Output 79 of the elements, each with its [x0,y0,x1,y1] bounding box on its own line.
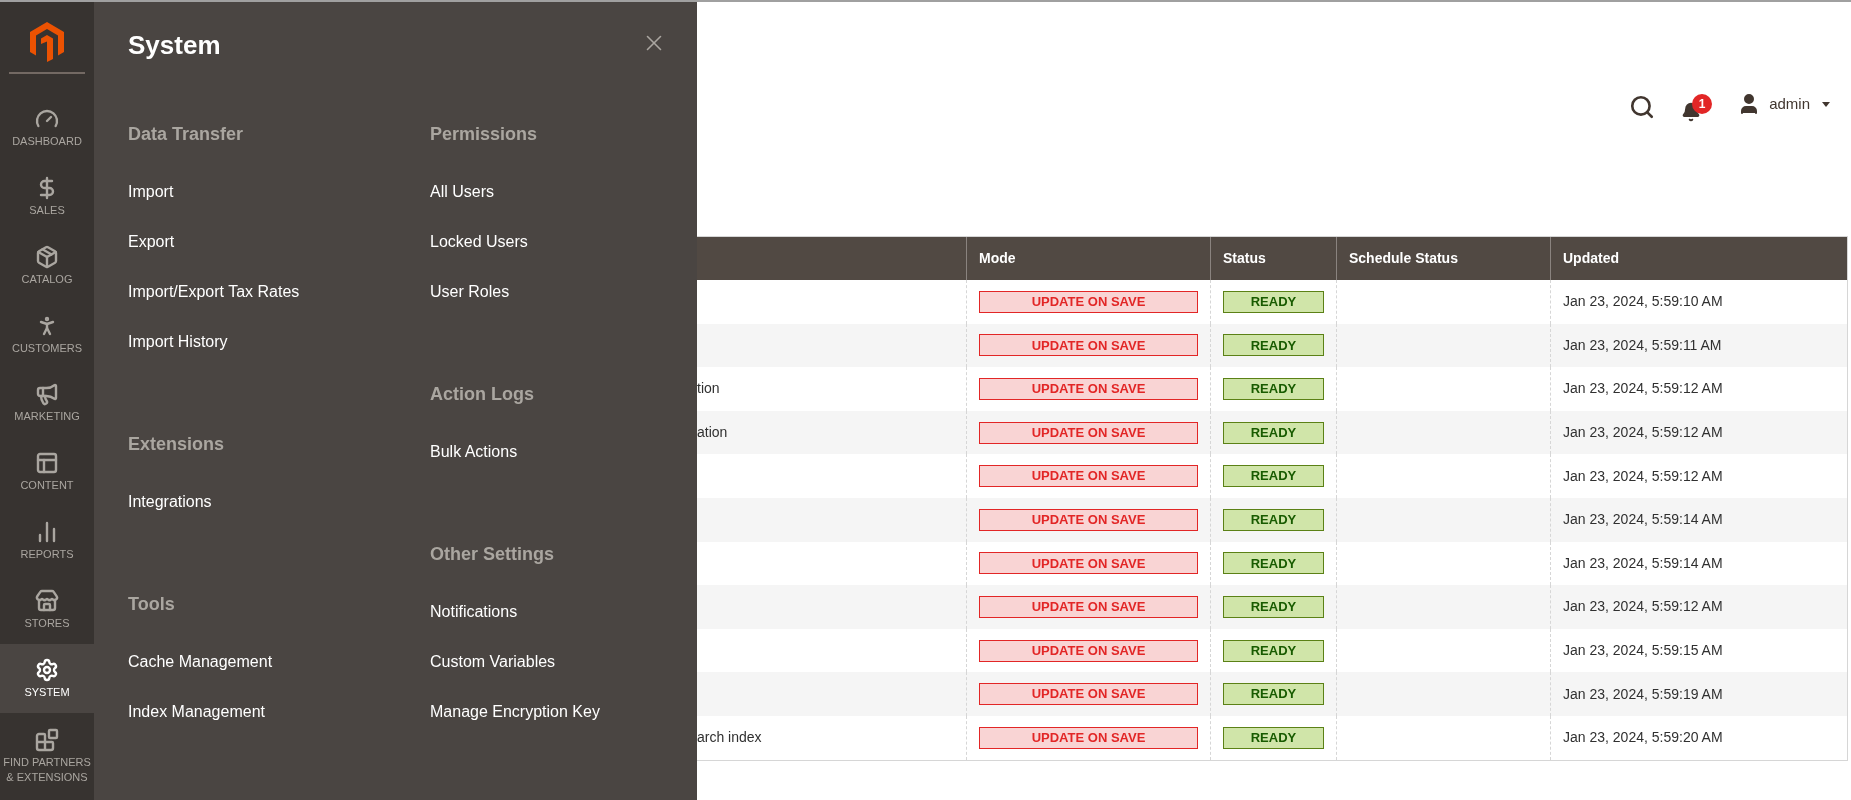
menu-link[interactable]: Notifications [430,600,518,624]
table-cell-text: ation [697,423,728,443]
table-cell-text: Jan 23, 2024, 5:59:12 AM [1563,423,1723,443]
sidebar-item[interactable]: DASHBOARD [0,93,94,163]
sidebar-item[interactable]: STORES [0,575,94,645]
menu-link[interactable]: Import History [128,330,228,354]
mode-label: UPDATE ON SAVE [979,421,1198,444]
menu-link[interactable]: Import/Export Tax Rates [128,280,300,304]
table-cell-text: tion [697,379,720,399]
blocks-icon [35,728,59,753]
menu-link[interactable]: Index Management [128,700,265,724]
menu-heading: Permissions [430,122,538,146]
menu-link[interactable]: Bulk Actions [430,440,518,464]
menu-link[interactable]: Locked Users [430,230,528,254]
table-cell-text: Jan 23, 2024, 5:59:14 AM [1563,553,1723,573]
table-cell-text: Jan 23, 2024, 5:59:11 AM [1563,335,1722,355]
table-cell-text: Jan 23, 2024, 5:59:20 AM [1563,728,1723,748]
menu-link[interactable]: Manage Encryption Key [430,700,600,724]
mode-label: UPDATE ON SAVE [979,378,1198,400]
table-cell-text: Jan 23, 2024, 5:59:10 AM [1563,292,1723,312]
menu-link[interactable]: Export [128,230,175,254]
hexagon-logo[interactable] [30,21,64,62]
sidebar-item[interactable]: MARKETING [0,369,94,438]
table-cell-text: Jan 23, 2024, 5:59:14 AM [1563,510,1723,530]
status-label: READY [1223,595,1324,618]
menu-title: System [128,29,221,62]
status-label: READY [1223,683,1324,706]
table-cell-text: Jan 23, 2024, 5:59:12 AM [1563,466,1723,486]
menu-heading: Other Settings [430,542,554,566]
table-cell-text: Jan 23, 2024, 5:59:15 AM [1563,641,1723,661]
status-label: READY [1223,726,1324,749]
sidebar-item[interactable]: REPORTS [0,506,94,576]
mode-label: UPDATE ON SAVE [979,508,1198,531]
table-cell-text: arch index [697,728,762,748]
menu-link[interactable]: All Users [430,180,494,204]
sidebar-item[interactable]: FIND PARTNERS & EXTENSIONS [0,713,94,800]
status-label: READY [1223,639,1324,662]
status-label: READY [1223,552,1324,575]
box-icon [35,244,59,269]
notification-count: 1 [1692,94,1713,114]
status-label: READY [1223,421,1324,444]
megaphone-icon [35,382,59,407]
status-label: READY [1223,290,1324,313]
menu-link[interactable]: Import [128,180,174,204]
menu-heading: Tools [128,592,175,616]
mode-label: UPDATE ON SAVE [979,552,1198,575]
status-label: READY [1223,378,1324,400]
search-icon[interactable] [1629,94,1656,120]
user-menu[interactable]: admin [1737,92,1830,116]
store-icon [35,588,59,613]
table-cell-text: Jan 23, 2024, 5:59:19 AM [1563,684,1723,704]
mode-label: UPDATE ON SAVE [979,465,1198,488]
table-cell-text: Jan 23, 2024, 5:59:12 AM [1563,597,1723,617]
settings-icon [35,657,59,682]
menu-heading: Data Transfer [128,122,244,146]
menu-link[interactable]: Cache Management [128,650,273,674]
mode-label: UPDATE ON SAVE [979,639,1198,662]
sidebar-item[interactable]: CATALOG [0,231,94,301]
sidebar-item[interactable]: SYSTEM [0,644,94,714]
mode-label: UPDATE ON SAVE [979,683,1198,706]
column-header[interactable]: Updated [1551,237,1847,280]
mode-label: UPDATE ON SAVE [979,595,1198,618]
mode-label: UPDATE ON SAVE [979,334,1198,357]
menu-link[interactable]: Custom Variables [430,650,556,674]
mode-label: UPDATE ON SAVE [979,726,1198,749]
sidebar-item[interactable]: CONTENT [0,437,94,507]
sidebar-item[interactable]: CUSTOMERS [0,300,94,370]
menu-heading: Action Logs [430,382,534,406]
sidebar-item[interactable]: SALES [0,162,94,232]
menu-heading: Extensions [128,432,225,456]
layout-icon [35,451,59,476]
menu-link[interactable]: Integrations [128,490,212,514]
table-cell-text: Jan 23, 2024, 5:59:12 AM [1563,379,1723,399]
status-label: READY [1223,508,1324,531]
status-label: READY [1223,334,1324,357]
menu-link[interactable]: User Roles [430,280,510,304]
mode-label: UPDATE ON SAVE [979,290,1198,313]
notifications-button[interactable]: 1 [1681,94,1712,122]
status-label: READY [1223,465,1324,488]
